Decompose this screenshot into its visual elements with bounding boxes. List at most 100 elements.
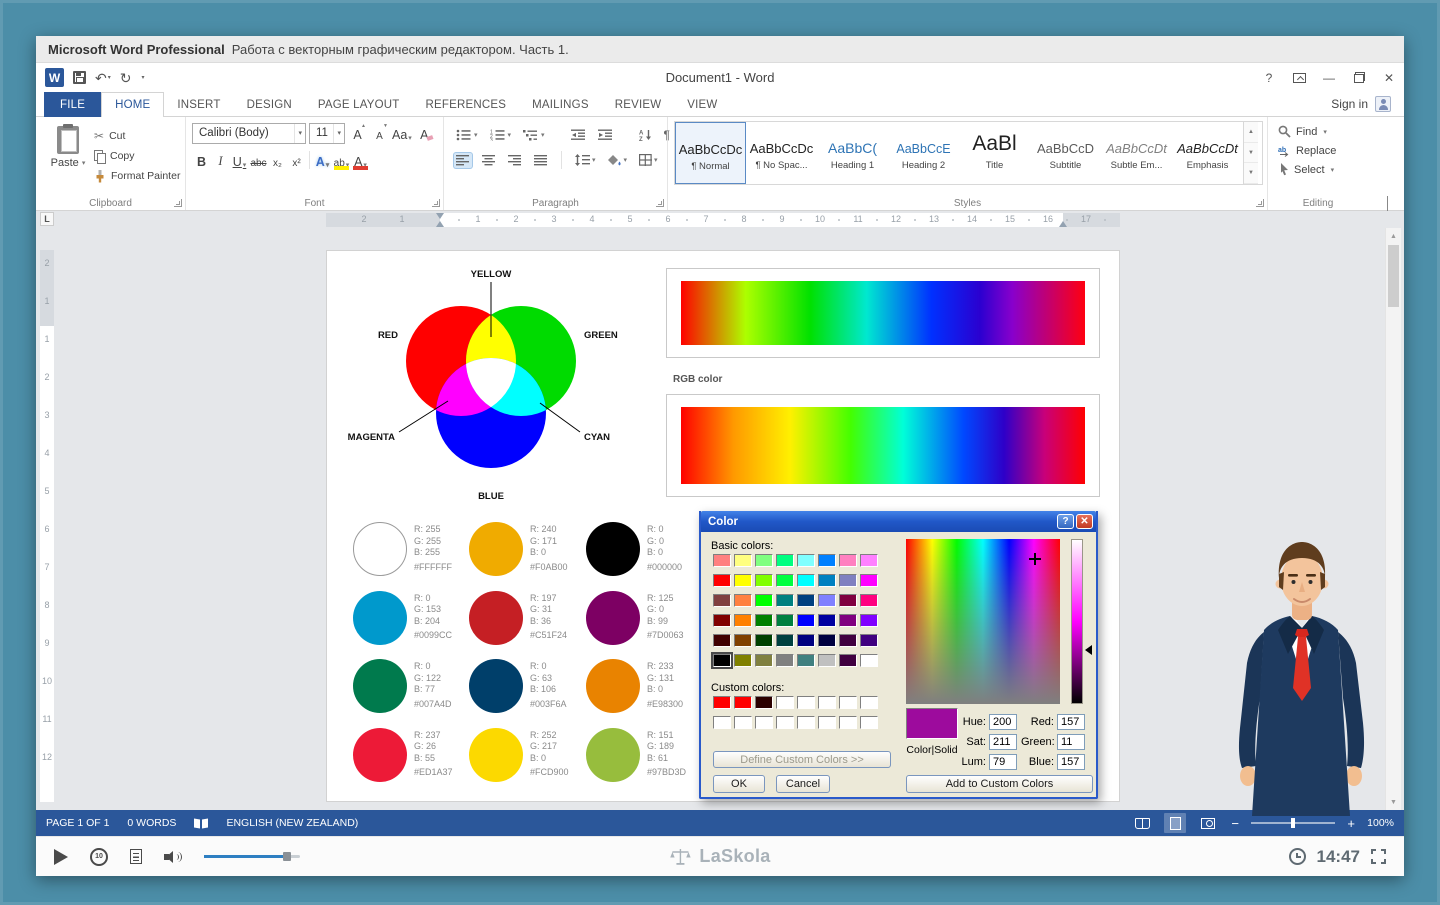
underline-button[interactable]: U▾ [230, 149, 249, 171]
custom-color-cell[interactable] [776, 696, 794, 709]
document-page[interactable]: YELLOW RED GREEN MAGENTA CYAN BLUE RGB c… [326, 250, 1120, 802]
ribbon-tab-insert[interactable]: INSERT [164, 92, 233, 117]
custom-color-cell[interactable] [713, 696, 731, 709]
define-custom-colors-button[interactable]: Define Custom Colors >> [713, 751, 891, 768]
gallery-scroll-down-icon[interactable]: ▼ [1244, 143, 1258, 164]
font-family-select[interactable]: Calibri (Body) ▾ [192, 123, 306, 144]
basic-color-cell[interactable] [776, 554, 794, 567]
ribbon-tab-home[interactable]: HOME [101, 92, 164, 117]
color-dialog-titlebar[interactable]: Color ? ✕ [701, 511, 1096, 532]
ribbon-tab-mailings[interactable]: MAILINGS [519, 92, 602, 117]
shrink-font-button[interactable]: A▼ [370, 122, 389, 144]
add-to-custom-colors-button[interactable]: Add to Custom Colors [906, 775, 1093, 793]
hue-input[interactable] [989, 714, 1017, 730]
ribbon-tab-page-layout[interactable]: PAGE LAYOUT [305, 92, 413, 117]
blue-input[interactable] [1057, 754, 1085, 770]
format-painter-button[interactable]: Format Painter [94, 168, 180, 184]
line-spacing-button[interactable]: ▾ [573, 152, 598, 168]
red-input[interactable] [1057, 714, 1085, 730]
style-item[interactable]: AaBbCcDc¶ Normal [675, 122, 746, 184]
style-item[interactable]: AaBbC(Heading 1 [817, 122, 888, 184]
basic-color-cell[interactable] [797, 654, 815, 667]
ribbon-tab-file[interactable]: FILE [44, 92, 101, 117]
basic-color-cell[interactable] [839, 554, 857, 567]
justify-button[interactable] [532, 153, 550, 168]
basic-color-cell[interactable] [734, 574, 752, 587]
cut-button[interactable]: ✂Cut [94, 128, 180, 144]
shading-dropdown-icon[interactable]: ▾ [624, 156, 628, 164]
basic-color-cell[interactable] [713, 614, 731, 627]
align-left-button[interactable] [454, 153, 472, 168]
styles-dialog-launcher-icon[interactable] [1256, 199, 1264, 207]
underline-dropdown-icon[interactable]: ▾ [243, 161, 247, 169]
help-button[interactable]: ? [1254, 66, 1284, 90]
increase-indent-button[interactable] [596, 127, 615, 143]
basic-color-cell[interactable] [755, 554, 773, 567]
find-button[interactable]: Find ▾ [1274, 122, 1364, 141]
basic-color-cell[interactable] [860, 594, 878, 607]
italic-button[interactable]: I [211, 149, 230, 171]
clipboard-dialog-launcher-icon[interactable] [174, 199, 182, 207]
fullscreen-button[interactable] [1371, 849, 1386, 864]
zoom-in-button[interactable]: + [1346, 816, 1356, 831]
custom-color-cell[interactable] [734, 716, 752, 729]
bullets-button[interactable]: ▾ [454, 127, 480, 143]
superscript-button[interactable]: x² [287, 149, 306, 171]
paste-button[interactable]: Paste▾ [42, 121, 94, 194]
color-crosshair-icon[interactable] [1029, 553, 1041, 565]
text-effects-button[interactable]: A▾ [313, 149, 332, 171]
first-line-indent-marker[interactable] [436, 213, 444, 219]
basic-color-cell[interactable] [860, 574, 878, 587]
basic-color-cell[interactable] [818, 634, 836, 647]
zoom-slider[interactable] [1251, 822, 1335, 824]
decrease-indent-button[interactable] [569, 127, 588, 143]
volume-slider[interactable] [204, 855, 300, 858]
basic-color-cell[interactable] [734, 654, 752, 667]
zoom-slider-handle[interactable] [1291, 818, 1295, 828]
custom-color-cell[interactable] [734, 696, 752, 709]
scroll-up-icon[interactable]: ▲ [1386, 228, 1401, 244]
basic-color-cell[interactable] [776, 614, 794, 627]
ribbon-tab-design[interactable]: DESIGN [234, 92, 305, 117]
basic-color-cell[interactable] [818, 594, 836, 607]
gallery-scroll-up-icon[interactable]: ▲ [1244, 122, 1258, 143]
tab-selector[interactable]: L [40, 212, 54, 226]
change-case-button[interactable]: Aa▾ [392, 122, 412, 144]
custom-color-cell[interactable] [860, 716, 878, 729]
basic-color-cell[interactable] [818, 654, 836, 667]
vertical-ruler[interactable]: 21123456789101112 [40, 228, 54, 810]
style-item[interactable]: AaBbCcDtSubtle Em... [1101, 122, 1172, 184]
basic-color-cell[interactable] [734, 614, 752, 627]
language-indicator[interactable]: ENGLISH (NEW ZEALAND) [226, 817, 358, 829]
bold-button[interactable]: B [192, 149, 211, 171]
font-color-button[interactable]: A▾ [351, 149, 370, 171]
basic-color-cell[interactable] [755, 574, 773, 587]
word-logo-icon[interactable]: W [45, 68, 64, 87]
style-item[interactable]: AaBbCcDtEmphasis [1172, 122, 1243, 184]
subscript-button[interactable]: x₂ [268, 149, 287, 171]
play-button[interactable] [54, 849, 68, 865]
ribbon-tab-view[interactable]: VIEW [674, 92, 730, 117]
basic-color-cell[interactable] [797, 554, 815, 567]
basic-color-cell[interactable] [839, 654, 857, 667]
dialog-help-button[interactable]: ? [1057, 514, 1074, 529]
basic-color-cell[interactable] [797, 594, 815, 607]
basic-color-cell[interactable] [860, 634, 878, 647]
proofing-button[interactable] [194, 818, 208, 829]
basic-color-cell[interactable] [860, 654, 878, 667]
numbering-button[interactable]: ​123▾ [488, 127, 514, 143]
basic-color-cell[interactable] [755, 654, 773, 667]
ok-button[interactable]: OK [713, 775, 765, 793]
clear-formatting-button[interactable]: A [415, 122, 434, 144]
basic-color-cell[interactable] [776, 634, 794, 647]
ruler-bar[interactable]: 211234567891011121314151617 [326, 213, 1120, 227]
right-indent-marker[interactable] [1059, 221, 1067, 227]
vertical-scrollbar[interactable]: ▲ ▼ [1385, 228, 1401, 810]
gallery-more-icon[interactable]: ▼ [1244, 163, 1258, 184]
custom-color-cell[interactable] [755, 696, 773, 709]
style-item[interactable]: AaBbCcEHeading 2 [888, 122, 959, 184]
replay-10-button[interactable]: 10 [90, 848, 108, 866]
basic-color-cell[interactable] [839, 614, 857, 627]
font-size-dropdown-icon[interactable]: ▾ [333, 124, 344, 143]
basic-color-cell[interactable] [839, 594, 857, 607]
